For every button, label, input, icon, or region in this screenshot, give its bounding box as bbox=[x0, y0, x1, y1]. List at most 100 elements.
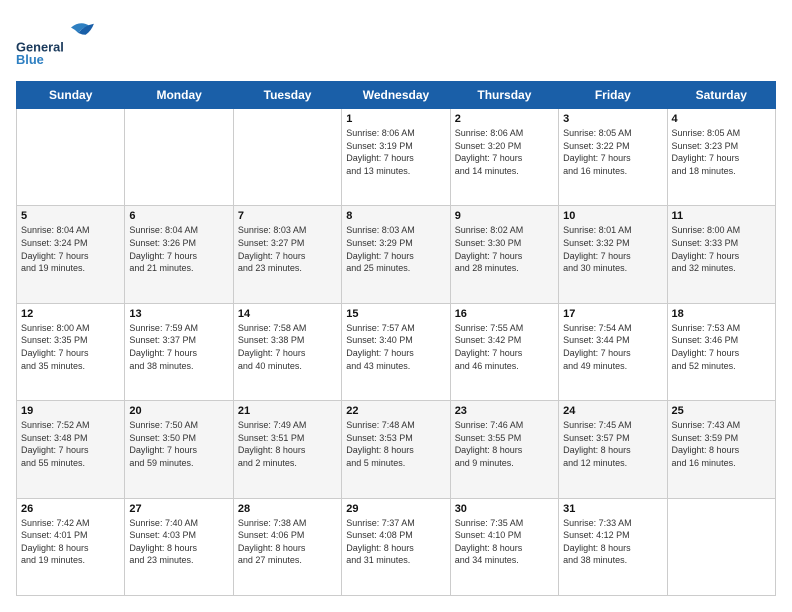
day-cell: 28 Sunrise: 7:38 AMSunset: 4:06 PMDayligh… bbox=[233, 498, 341, 595]
day-info: Sunrise: 8:00 AMSunset: 3:35 PMDaylight:… bbox=[21, 322, 120, 372]
day-cell: 16 Sunrise: 7:55 AMSunset: 3:42 PMDayligh… bbox=[450, 303, 558, 400]
day-number: 30 bbox=[455, 503, 554, 515]
weekday-saturday: Saturday bbox=[667, 82, 775, 109]
weekday-header-row: SundayMondayTuesdayWednesdayThursdayFrid… bbox=[17, 82, 776, 109]
day-cell: 7 Sunrise: 8:03 AMSunset: 3:27 PMDaylight… bbox=[233, 206, 341, 303]
day-info: Sunrise: 8:01 AMSunset: 3:32 PMDaylight:… bbox=[563, 224, 662, 274]
day-cell: 23 Sunrise: 7:46 AMSunset: 3:55 PMDayligh… bbox=[450, 401, 558, 498]
day-info: Sunrise: 7:43 AMSunset: 3:59 PMDaylight:… bbox=[672, 419, 771, 469]
day-number: 6 bbox=[129, 210, 228, 222]
day-cell: 6 Sunrise: 8:04 AMSunset: 3:26 PMDaylight… bbox=[125, 206, 233, 303]
day-cell bbox=[125, 109, 233, 206]
day-number: 15 bbox=[346, 308, 445, 320]
logo-svg: General Blue bbox=[16, 16, 126, 71]
day-info: Sunrise: 7:46 AMSunset: 3:55 PMDaylight:… bbox=[455, 419, 554, 469]
day-cell bbox=[17, 109, 125, 206]
day-cell: 26 Sunrise: 7:42 AMSunset: 4:01 PMDayligh… bbox=[17, 498, 125, 595]
day-cell: 11 Sunrise: 8:00 AMSunset: 3:33 PMDayligh… bbox=[667, 206, 775, 303]
day-number: 3 bbox=[563, 113, 662, 125]
day-info: Sunrise: 7:40 AMSunset: 4:03 PMDaylight:… bbox=[129, 517, 228, 567]
day-number: 16 bbox=[455, 308, 554, 320]
day-number: 21 bbox=[238, 405, 337, 417]
day-number: 27 bbox=[129, 503, 228, 515]
day-cell: 14Sunrise: 7:58 AMSunset: 3:38 PMDayligh… bbox=[233, 303, 341, 400]
day-number: 26 bbox=[21, 503, 120, 515]
day-number: 2 bbox=[455, 113, 554, 125]
day-number: 5 bbox=[21, 210, 120, 222]
day-info: Sunrise: 7:50 AMSunset: 3:50 PMDaylight:… bbox=[129, 419, 228, 469]
day-cell bbox=[667, 498, 775, 595]
day-number: 17 bbox=[563, 308, 662, 320]
day-number: 20 bbox=[129, 405, 228, 417]
day-info: Sunrise: 8:03 AMSunset: 3:27 PMDaylight:… bbox=[238, 224, 337, 274]
day-info: Sunrise: 8:04 AMSunset: 3:24 PMDaylight:… bbox=[21, 224, 120, 274]
week-row-1: 1Sunrise: 8:06 AMSunset: 3:19 PMDaylight… bbox=[17, 109, 776, 206]
weekday-monday: Monday bbox=[125, 82, 233, 109]
day-cell: 9Sunrise: 8:02 AMSunset: 3:30 PMDaylight… bbox=[450, 206, 558, 303]
day-info: Sunrise: 7:33 AMSunset: 4:12 PMDaylight:… bbox=[563, 517, 662, 567]
day-cell: 3 Sunrise: 8:05 AMSunset: 3:22 PMDaylight… bbox=[559, 109, 667, 206]
day-info: Sunrise: 7:45 AMSunset: 3:57 PMDaylight:… bbox=[563, 419, 662, 469]
svg-text:Blue: Blue bbox=[16, 52, 44, 67]
day-info: Sunrise: 7:57 AMSunset: 3:40 PMDaylight:… bbox=[346, 322, 445, 372]
logo: General Blue bbox=[16, 16, 126, 71]
day-cell: 22Sunrise: 7:48 AMSunset: 3:53 PMDayligh… bbox=[342, 401, 450, 498]
day-number: 25 bbox=[672, 405, 771, 417]
day-number: 23 bbox=[455, 405, 554, 417]
day-cell: 1Sunrise: 8:06 AMSunset: 3:19 PMDaylight… bbox=[342, 109, 450, 206]
day-cell: 8 Sunrise: 8:03 AMSunset: 3:29 PMDaylight… bbox=[342, 206, 450, 303]
day-cell: 2Sunrise: 8:06 AMSunset: 3:20 PMDaylight… bbox=[450, 109, 558, 206]
day-cell: 31 Sunrise: 7:33 AMSunset: 4:12 PMDayligh… bbox=[559, 498, 667, 595]
day-info: Sunrise: 7:55 AMSunset: 3:42 PMDaylight:… bbox=[455, 322, 554, 372]
day-cell: 24Sunrise: 7:45 AMSunset: 3:57 PMDayligh… bbox=[559, 401, 667, 498]
day-cell: 13 Sunrise: 7:59 AMSunset: 3:37 PMDayligh… bbox=[125, 303, 233, 400]
day-number: 31 bbox=[563, 503, 662, 515]
weekday-wednesday: Wednesday bbox=[342, 82, 450, 109]
day-info: Sunrise: 8:00 AMSunset: 3:33 PMDaylight:… bbox=[672, 224, 771, 274]
day-number: 18 bbox=[672, 308, 771, 320]
day-info: Sunrise: 7:38 AMSunset: 4:06 PMDaylight:… bbox=[238, 517, 337, 567]
day-info: Sunrise: 7:42 AMSunset: 4:01 PMDaylight:… bbox=[21, 517, 120, 567]
day-cell: 15 Sunrise: 7:57 AMSunset: 3:40 PMDayligh… bbox=[342, 303, 450, 400]
day-number: 19 bbox=[21, 405, 120, 417]
day-info: Sunrise: 8:06 AMSunset: 3:19 PMDaylight:… bbox=[346, 127, 445, 177]
day-cell: 25 Sunrise: 7:43 AMSunset: 3:59 PMDayligh… bbox=[667, 401, 775, 498]
day-number: 8 bbox=[346, 210, 445, 222]
day-info: Sunrise: 8:05 AMSunset: 3:22 PMDaylight:… bbox=[563, 127, 662, 177]
day-cell: 21 Sunrise: 7:49 AMSunset: 3:51 PMDayligh… bbox=[233, 401, 341, 498]
day-number: 14 bbox=[238, 308, 337, 320]
weekday-friday: Friday bbox=[559, 82, 667, 109]
day-cell: 19 Sunrise: 7:52 AMSunset: 3:48 PMDayligh… bbox=[17, 401, 125, 498]
calendar-table: SundayMondayTuesdayWednesdayThursdayFrid… bbox=[16, 81, 776, 596]
day-cell: 17 Sunrise: 7:54 AMSunset: 3:44 PMDayligh… bbox=[559, 303, 667, 400]
week-row-5: 26 Sunrise: 7:42 AMSunset: 4:01 PMDayligh… bbox=[17, 498, 776, 595]
day-info: Sunrise: 7:54 AMSunset: 3:44 PMDaylight:… bbox=[563, 322, 662, 372]
day-cell: 18 Sunrise: 7:53 AMSunset: 3:46 PMDayligh… bbox=[667, 303, 775, 400]
day-info: Sunrise: 8:03 AMSunset: 3:29 PMDaylight:… bbox=[346, 224, 445, 274]
day-number: 12 bbox=[21, 308, 120, 320]
week-row-4: 19 Sunrise: 7:52 AMSunset: 3:48 PMDayligh… bbox=[17, 401, 776, 498]
day-number: 10 bbox=[563, 210, 662, 222]
day-info: Sunrise: 7:59 AMSunset: 3:37 PMDaylight:… bbox=[129, 322, 228, 372]
day-info: Sunrise: 8:04 AMSunset: 3:26 PMDaylight:… bbox=[129, 224, 228, 274]
day-number: 4 bbox=[672, 113, 771, 125]
day-number: 11 bbox=[672, 210, 771, 222]
week-row-3: 12 Sunrise: 8:00 AMSunset: 3:35 PMDayligh… bbox=[17, 303, 776, 400]
day-info: Sunrise: 7:49 AMSunset: 3:51 PMDaylight:… bbox=[238, 419, 337, 469]
day-cell: 12 Sunrise: 8:00 AMSunset: 3:35 PMDayligh… bbox=[17, 303, 125, 400]
day-info: Sunrise: 7:48 AMSunset: 3:53 PMDaylight:… bbox=[346, 419, 445, 469]
day-cell: 4 Sunrise: 8:05 AMSunset: 3:23 PMDaylight… bbox=[667, 109, 775, 206]
day-number: 28 bbox=[238, 503, 337, 515]
day-info: Sunrise: 8:05 AMSunset: 3:23 PMDaylight:… bbox=[672, 127, 771, 177]
day-number: 13 bbox=[129, 308, 228, 320]
day-number: 7 bbox=[238, 210, 337, 222]
weekday-tuesday: Tuesday bbox=[233, 82, 341, 109]
day-cell: 27 Sunrise: 7:40 AMSunset: 4:03 PMDayligh… bbox=[125, 498, 233, 595]
day-cell: 10 Sunrise: 8:01 AMSunset: 3:32 PMDayligh… bbox=[559, 206, 667, 303]
day-info: Sunrise: 8:02 AMSunset: 3:30 PMDaylight:… bbox=[455, 224, 554, 274]
day-cell: 5 Sunrise: 8:04 AMSunset: 3:24 PMDaylight… bbox=[17, 206, 125, 303]
day-info: Sunrise: 7:52 AMSunset: 3:48 PMDaylight:… bbox=[21, 419, 120, 469]
day-cell bbox=[233, 109, 341, 206]
week-row-2: 5 Sunrise: 8:04 AMSunset: 3:24 PMDaylight… bbox=[17, 206, 776, 303]
day-info: Sunrise: 7:53 AMSunset: 3:46 PMDaylight:… bbox=[672, 322, 771, 372]
